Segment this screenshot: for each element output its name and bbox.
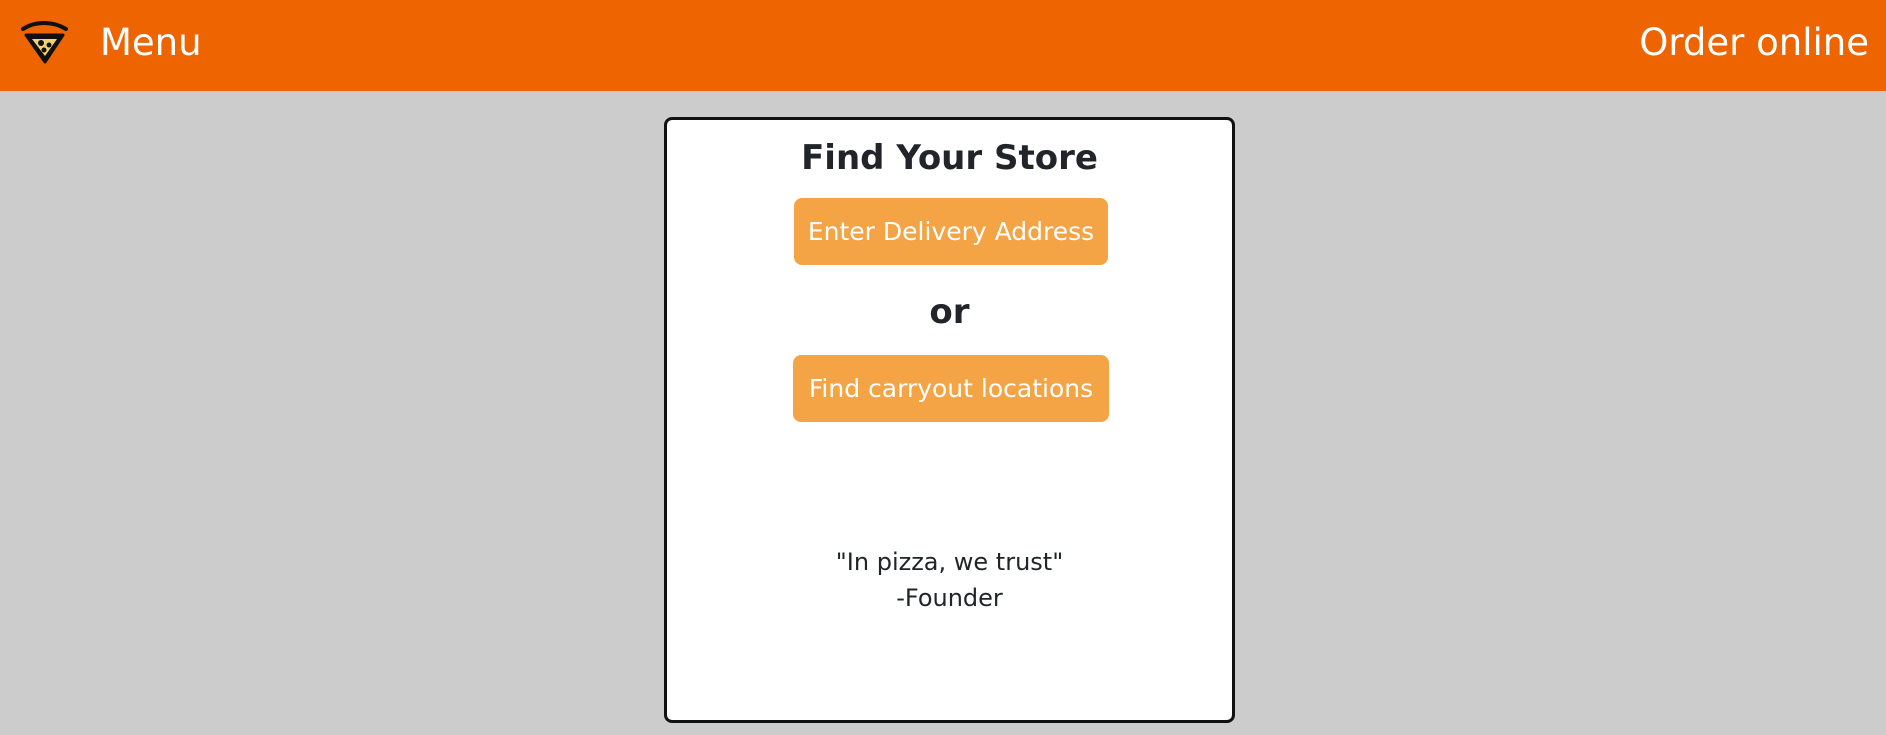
find-carryout-locations-button[interactable]: Find carryout locations xyxy=(793,355,1109,422)
pizza-slice-icon[interactable] xyxy=(17,18,72,66)
top-navbar: Menu Order online xyxy=(0,0,1886,91)
find-store-title: Find Your Store xyxy=(801,138,1098,178)
or-separator: or xyxy=(929,292,970,332)
find-store-card: Find Your Store Enter Delivery Address o… xyxy=(664,117,1235,723)
enter-delivery-address-button[interactable]: Enter Delivery Address xyxy=(794,198,1108,265)
quote-text: "In pizza, we trust" xyxy=(835,548,1064,576)
quote-author: -Founder xyxy=(896,584,1003,612)
order-online-link[interactable]: Order online xyxy=(1639,21,1869,65)
menu-link[interactable]: Menu xyxy=(100,21,202,65)
